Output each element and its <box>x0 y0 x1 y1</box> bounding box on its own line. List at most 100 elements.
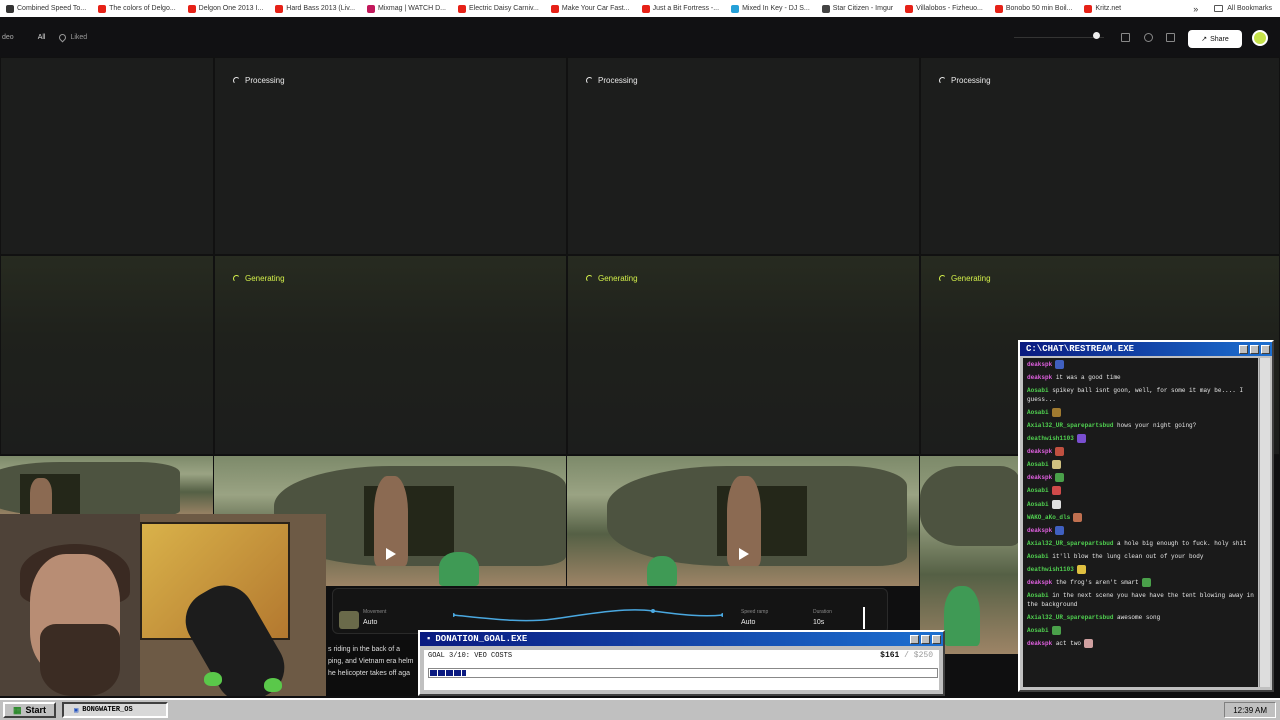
donation-goal-text: GOAL 3/10: VEO COSTS <box>428 652 513 660</box>
chat-username[interactable]: Aosabi <box>1027 501 1049 508</box>
emote-icon <box>1076 564 1086 574</box>
video-tile-processing[interactable]: Processing <box>214 57 567 255</box>
video-thumbnail[interactable] <box>0 456 213 516</box>
bookmark-label: Electric Daisy Carniv... <box>468 5 539 12</box>
speed-curve-graph[interactable] <box>453 605 723 625</box>
video-tile[interactable] <box>0 57 214 255</box>
chat-username[interactable]: deakspk <box>1027 527 1052 534</box>
video-thumbnail[interactable] <box>920 456 1020 654</box>
bookmark-item[interactable]: Combined Speed To... <box>0 0 92 17</box>
start-button[interactable]: ▦ Start <box>3 702 57 718</box>
chat-username[interactable]: deathwish1103 <box>1027 566 1074 573</box>
reference-thumbnail[interactable] <box>339 611 359 629</box>
minimize-button[interactable] <box>1239 344 1248 354</box>
zoom-slider-knob[interactable] <box>1093 32 1100 39</box>
taskbar-clock: 12:39 AM <box>1224 702 1276 718</box>
bookmark-item[interactable]: Just a Bit Fortress -... <box>636 0 726 17</box>
chat-username[interactable]: deakspk <box>1027 448 1052 455</box>
bookmark-favicon-icon <box>457 4 466 13</box>
close-button[interactable] <box>932 634 941 644</box>
chat-username[interactable]: Aosabi <box>1027 592 1049 599</box>
bookmark-item[interactable]: Make Your Car Fast... <box>545 0 636 17</box>
bookmark-item[interactable]: Electric Daisy Carniv... <box>452 0 545 17</box>
status-generating: Generating <box>233 274 285 283</box>
chat-username[interactable]: Aosabi <box>1027 409 1049 416</box>
chat-message: deakspk it was a good time <box>1023 371 1258 384</box>
status-label: Generating <box>951 274 991 283</box>
bookmark-label: The colors of Delgo... <box>109 5 176 12</box>
filter-liked-tab[interactable]: Liked <box>58 32 87 42</box>
bookmark-item[interactable]: Delgon One 2013 I... <box>182 0 270 17</box>
webcam-overlay <box>0 514 326 696</box>
bookmark-item[interactable]: Bonobo 50 min Boil... <box>989 0 1079 17</box>
bookmark-item[interactable]: Mixed In Key - DJ S... <box>725 0 816 17</box>
video-tile-processing[interactable]: Processing <box>920 57 1280 255</box>
chat-message: Aosabi it'll blow the lung clean out of … <box>1023 550 1258 563</box>
maximize-button[interactable] <box>1250 344 1259 354</box>
chat-text: the frog's aren't smart <box>1055 578 1139 586</box>
donation-amount: $161 / $250 <box>880 651 933 660</box>
bookmark-item[interactable]: The colors of Delgo... <box>92 0 182 17</box>
status-processing: Processing <box>233 76 285 85</box>
speed-ramp-select[interactable]: Auto <box>741 619 755 626</box>
generation-controls: Movement Auto Speed ramp Auto Duration 1… <box>332 588 888 634</box>
video-tile-generating[interactable]: Generating <box>567 255 920 455</box>
chat-message: deakspk act two <box>1023 637 1258 650</box>
taskbar-app-button[interactable]: ▣ BONGWATER_OS <box>62 702 169 718</box>
zoom-slider-track[interactable] <box>1014 37 1104 38</box>
donation-progress-fill <box>430 670 466 676</box>
chat-username[interactable]: deakspk <box>1027 579 1052 586</box>
avatar[interactable] <box>1252 30 1268 46</box>
movement-select[interactable]: Auto <box>363 619 377 626</box>
chat-username[interactable]: Aosabi <box>1027 627 1049 634</box>
donation-body: GOAL 3/10: VEO COSTS $161 / $250 <box>424 650 939 690</box>
chat-message: deakspk the frog's aren't smart <box>1023 576 1258 589</box>
video-tile[interactable] <box>0 255 214 455</box>
grid-view-icon[interactable] <box>1166 33 1175 42</box>
play-icon[interactable] <box>386 548 396 560</box>
window-titlebar: C:\CHAT\RESTREAM.EXE <box>1020 342 1272 356</box>
video-caption: s riding in the back of a ping, and Viet… <box>326 640 418 696</box>
chat-scrollbar[interactable] <box>1259 358 1270 687</box>
chat-username[interactable]: Aosabi <box>1027 553 1049 560</box>
layout-icon[interactable] <box>1121 33 1130 42</box>
video-thumbnail[interactable] <box>567 456 919 586</box>
chat-username[interactable]: deathwish1103 <box>1027 435 1074 442</box>
bookmark-item[interactable]: Hard Bass 2013 (Liv... <box>269 0 361 17</box>
close-button[interactable] <box>1261 344 1270 354</box>
speed-ramp-label: Speed ramp <box>741 609 769 615</box>
settings-icon[interactable] <box>1144 33 1153 42</box>
chat-username[interactable]: deakspk <box>1027 474 1052 481</box>
play-icon[interactable] <box>739 548 749 560</box>
emote-icon <box>1055 525 1065 535</box>
chat-username[interactable]: deakspk <box>1027 361 1052 368</box>
chat-username[interactable]: Axial32_UR_sparepartsbud <box>1027 422 1113 429</box>
bookmark-item[interactable]: Star Citizen - Imgur <box>816 0 899 17</box>
duration-label: Duration <box>813 609 832 615</box>
maximize-button[interactable] <box>921 634 930 644</box>
duration-select[interactable]: 10s <box>813 619 824 626</box>
share-button[interactable]: ↗ Share <box>1188 30 1242 48</box>
bookmarks-overflow-button[interactable]: » <box>1185 4 1206 14</box>
chat-username[interactable]: WAKO_aKo_dls <box>1027 514 1070 521</box>
filter-all-tab[interactable]: All <box>38 34 46 41</box>
share-icon: ↗ <box>1201 36 1208 43</box>
spinner-icon <box>233 275 240 282</box>
chat-username[interactable]: Aosabi <box>1027 461 1049 468</box>
all-bookmarks-button[interactable]: All Bookmarks <box>1206 5 1280 12</box>
chat-username[interactable]: Aosabi <box>1027 387 1049 394</box>
emote-icon <box>1073 512 1083 522</box>
minimize-button[interactable] <box>910 634 919 644</box>
chat-username[interactable]: Aosabi <box>1027 488 1049 495</box>
video-tile-generating[interactable]: Generating <box>214 255 567 455</box>
bookmark-item[interactable]: Mixmag | WATCH D... <box>361 0 452 17</box>
chat-message: Axial32_UR_sparepartsbud hows your night… <box>1023 419 1258 432</box>
bookmark-item[interactable]: Kritz.net <box>1078 0 1127 17</box>
bookmark-item[interactable]: Villalobos - Fizheuo... <box>899 0 989 17</box>
video-tile-processing[interactable]: Processing <box>567 57 920 255</box>
bookmark-label: Bonobo 50 min Boil... <box>1005 5 1073 12</box>
chat-username[interactable]: Axial32_UR_sparepartsbud <box>1027 614 1113 621</box>
chat-username[interactable]: Axial32_UR_sparepartsbud <box>1027 540 1113 547</box>
chat-username[interactable]: deakspk <box>1027 640 1052 647</box>
chat-username[interactable]: deakspk <box>1027 374 1052 381</box>
